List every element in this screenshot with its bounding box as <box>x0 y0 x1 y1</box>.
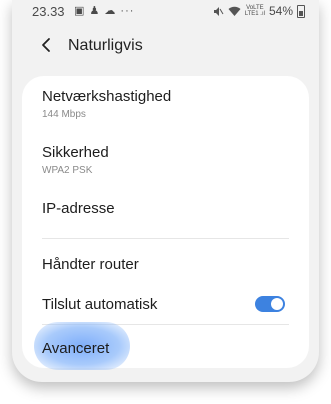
page-title: Naturligvis <box>68 37 143 54</box>
auto-connect-toggle[interactable] <box>255 296 285 312</box>
security-label: Sikkerhed <box>42 144 109 161</box>
security-row[interactable]: Sikkerhed WPA2 PSK <box>42 142 289 184</box>
chevron-left-icon[interactable] <box>38 34 56 56</box>
status-right: VoLTE LTE1 .ıl 54% <box>213 4 305 18</box>
network-speed-label: Netværkshastighed <box>42 88 172 105</box>
divider <box>42 238 289 239</box>
advanced-label[interactable]: Avanceret <box>42 340 109 357</box>
ip-address-label: IP-adresse <box>42 200 115 217</box>
header: Naturligvis <box>12 28 319 64</box>
notification-icons: ▣ ♟ ☁ ··· <box>74 5 135 17</box>
status-bar: 23.33 ▣ ♟ ☁ ··· VoLTE LTE1 .ıl 54% <box>12 0 319 24</box>
battery-percent: 54% <box>268 4 293 18</box>
advanced-row[interactable]: Avanceret <box>42 338 299 362</box>
manage-router-row[interactable]: Håndter router <box>42 254 289 284</box>
auto-connect-row[interactable]: Tilslut automatisk <box>42 294 289 324</box>
status-time: 23.33 <box>32 4 65 19</box>
phone-screen: 23.33 ▣ ♟ ☁ ··· VoLTE LTE1 .ıl 54% Natur… <box>12 0 319 382</box>
network-type-label: VoLTE LTE1 .ıl <box>244 5 265 17</box>
mute-icon <box>213 6 224 16</box>
auto-connect-label: Tilslut automatisk <box>42 296 158 313</box>
toggle-knob <box>271 298 283 310</box>
network-speed-row[interactable]: Netværkshastighed 144 Mbps <box>42 86 289 128</box>
ip-address-row[interactable]: IP-adresse <box>42 198 289 228</box>
battery-icon <box>297 4 305 18</box>
manage-router-label: Håndter router <box>42 256 139 273</box>
wifi-icon <box>228 6 241 16</box>
network-speed-value: 144 Mbps <box>42 109 86 120</box>
security-value: WPA2 PSK <box>42 165 93 176</box>
